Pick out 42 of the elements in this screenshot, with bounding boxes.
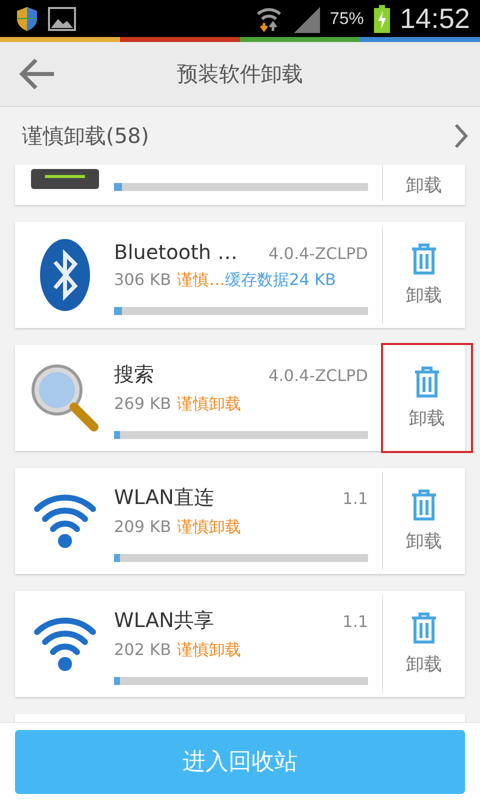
app-size: 306 KB bbox=[114, 270, 172, 290]
caution-tag: 谨慎卸载 bbox=[177, 517, 242, 538]
uninstall-button[interactable]: 卸载 bbox=[383, 165, 465, 205]
page-title: 预装软件卸载 bbox=[177, 61, 303, 88]
trash-icon bbox=[413, 366, 441, 398]
trash-icon bbox=[410, 612, 438, 644]
battery-icon bbox=[374, 4, 390, 32]
section-title: 谨慎卸载(58) bbox=[22, 123, 150, 150]
trash-icon bbox=[410, 243, 438, 275]
app-version: 4.0.4-ZCLPD bbox=[268, 244, 368, 262]
device-icon bbox=[30, 169, 98, 191]
app-name: 搜索 bbox=[114, 361, 154, 388]
bluetooth-icon bbox=[38, 238, 90, 312]
clock: 14:52 bbox=[400, 2, 470, 34]
app-version: 1.1 bbox=[342, 612, 368, 631]
uninstall-button[interactable]: 卸载 bbox=[383, 468, 465, 574]
caution-tag: 谨慎卸载 bbox=[177, 640, 242, 661]
image-icon bbox=[48, 6, 76, 30]
app-size: 202 KB bbox=[114, 640, 172, 661]
wifi-icon bbox=[32, 493, 96, 549]
back-arrow-icon bbox=[18, 58, 56, 90]
wifi-icon bbox=[32, 616, 96, 672]
section-header[interactable]: 谨慎卸载(58) bbox=[0, 107, 480, 165]
uninstall-button[interactable]: 卸载 bbox=[383, 591, 465, 697]
uninstall-button[interactable]: 卸载 bbox=[381, 343, 473, 453]
caution-tag: 谨慎… bbox=[177, 270, 226, 290]
app-size: 209 KB bbox=[114, 517, 172, 538]
app-name: WLAN共享 bbox=[114, 607, 214, 634]
caution-tag: 谨慎卸载 bbox=[177, 394, 242, 415]
cache-size: 缓存数据24 KB bbox=[225, 270, 336, 290]
chevron-right-icon bbox=[454, 123, 468, 149]
shield-icon bbox=[16, 6, 38, 32]
battery-percent: 75% bbox=[330, 8, 364, 28]
app-name: Bluetooth … bbox=[114, 240, 238, 264]
trash-icon bbox=[410, 489, 438, 521]
app-version: 4.0.4-ZCLPD bbox=[268, 366, 368, 385]
app-name: WLAN直连 bbox=[114, 484, 214, 511]
app-size: 269 KB bbox=[114, 394, 172, 415]
uninstall-button[interactable]: 卸载 bbox=[383, 222, 465, 328]
signal-icon bbox=[292, 4, 320, 32]
app-version: 1.1 bbox=[342, 489, 368, 508]
magnifier-icon bbox=[28, 362, 100, 434]
